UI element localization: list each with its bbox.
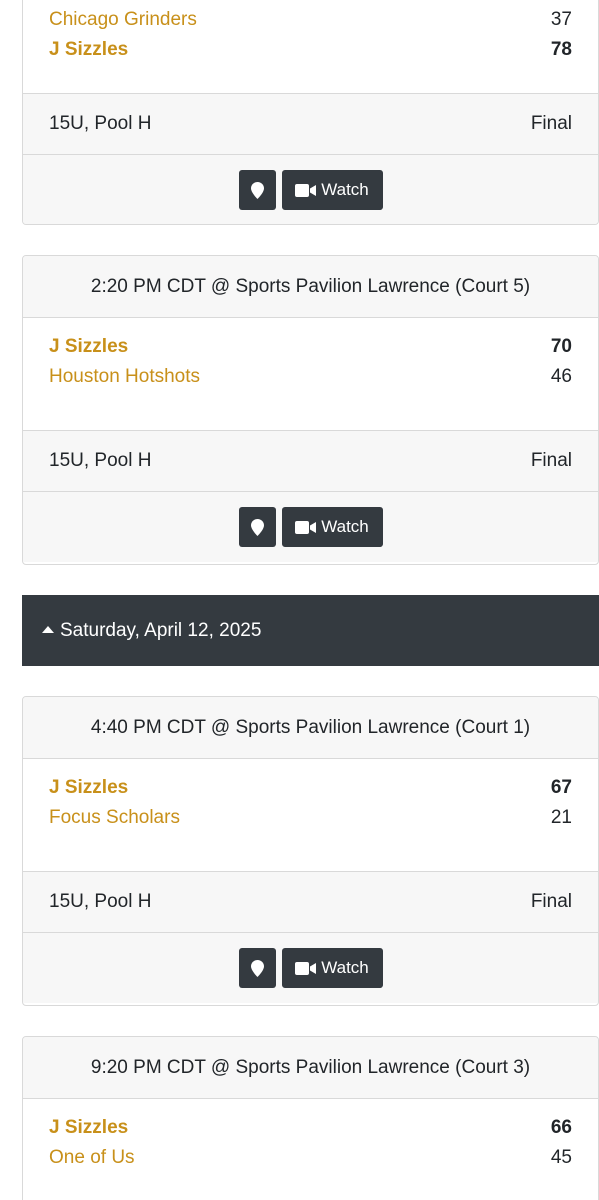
team-row: J Sizzles 78 — [49, 35, 572, 65]
video-camera-icon — [295, 183, 317, 197]
game-time-location: 2:20 PM CDT @ Sports Pavilion Lawrence (… — [23, 256, 598, 318]
team-score: 37 — [550, 9, 572, 30]
team-row: J Sizzles 66 — [49, 1113, 572, 1143]
map-button[interactable] — [238, 170, 276, 210]
status-label: Final — [530, 891, 572, 912]
teams-section: Chicago Grinders 37 J Sizzles 78 — [23, 0, 598, 93]
team-link[interactable]: Focus Scholars — [49, 807, 180, 829]
teams-section: J Sizzles 70 Houston Hotshots 46 — [23, 318, 598, 430]
division-label: 15U, Pool H — [49, 891, 152, 912]
watch-label: Watch — [321, 180, 369, 199]
game-info-row: 15U, Pool H Final — [23, 871, 598, 933]
teams-section: J Sizzles 67 Focus Scholars 21 — [23, 759, 598, 871]
team-link[interactable]: J Sizzles — [49, 1117, 128, 1139]
team-link[interactable]: One of Us — [49, 1147, 135, 1169]
map-button[interactable] — [238, 948, 276, 988]
team-link[interactable]: Chicago Grinders — [49, 9, 197, 31]
caret-up-icon — [42, 626, 54, 633]
map-marker-icon — [250, 959, 264, 977]
team-score: 46 — [550, 366, 572, 387]
division-label: 15U, Pool H — [49, 113, 152, 134]
day-header-toggle[interactable]: Saturday, April 12, 2025 — [22, 595, 599, 666]
status-label: Final — [530, 113, 572, 134]
team-row: J Sizzles 67 — [49, 773, 572, 803]
game-actions: Watch — [23, 492, 598, 562]
team-score: 67 — [550, 777, 572, 798]
video-camera-icon — [295, 961, 317, 975]
video-camera-icon — [295, 520, 317, 534]
status-label: Final — [530, 450, 572, 471]
team-score: 70 — [550, 336, 572, 357]
team-score: 78 — [550, 39, 572, 60]
map-marker-icon — [250, 518, 264, 536]
team-row: Focus Scholars 21 — [49, 803, 572, 833]
division-label: 15U, Pool H — [49, 450, 152, 471]
schedule-viewport: Chicago Grinders 37 J Sizzles 78 15U, Po… — [0, 0, 599, 1200]
team-row: One of Us 45 — [49, 1143, 572, 1173]
team-row: J Sizzles 70 — [49, 332, 572, 362]
watch-button[interactable]: Watch — [281, 170, 383, 210]
team-score: 21 — [550, 807, 572, 828]
game-card: Chicago Grinders 37 J Sizzles 78 15U, Po… — [22, 0, 599, 225]
team-link[interactable]: J Sizzles — [49, 39, 128, 61]
team-row: Houston Hotshots 46 — [49, 362, 572, 392]
watch-label: Watch — [321, 958, 369, 977]
game-actions: Watch — [23, 155, 598, 224]
team-row: Chicago Grinders 37 — [49, 5, 572, 35]
day-label: Saturday, April 12, 2025 — [60, 619, 262, 641]
team-link[interactable]: J Sizzles — [49, 336, 128, 358]
game-card: 9:20 PM CDT @ Sports Pavilion Lawrence (… — [22, 1036, 599, 1200]
watch-label: Watch — [321, 517, 369, 536]
game-info-row: 15U, Pool H Final — [23, 430, 598, 492]
team-link[interactable]: J Sizzles — [49, 777, 128, 799]
game-time-location: 4:40 PM CDT @ Sports Pavilion Lawrence (… — [23, 697, 598, 759]
game-actions: Watch — [23, 933, 598, 1003]
team-link[interactable]: Houston Hotshots — [49, 366, 200, 388]
game-info-row: 15U, Pool H Final — [23, 93, 598, 155]
team-score: 66 — [550, 1117, 572, 1138]
watch-button[interactable]: Watch — [281, 507, 383, 547]
team-score: 45 — [550, 1147, 572, 1168]
teams-section: J Sizzles 66 One of Us 45 — [23, 1099, 598, 1200]
map-marker-icon — [250, 181, 264, 199]
game-time-location: 9:20 PM CDT @ Sports Pavilion Lawrence (… — [23, 1037, 598, 1099]
watch-button[interactable]: Watch — [281, 948, 383, 988]
game-card: 4:40 PM CDT @ Sports Pavilion Lawrence (… — [22, 696, 599, 1006]
game-card: 2:20 PM CDT @ Sports Pavilion Lawrence (… — [22, 255, 599, 565]
map-button[interactable] — [238, 507, 276, 547]
